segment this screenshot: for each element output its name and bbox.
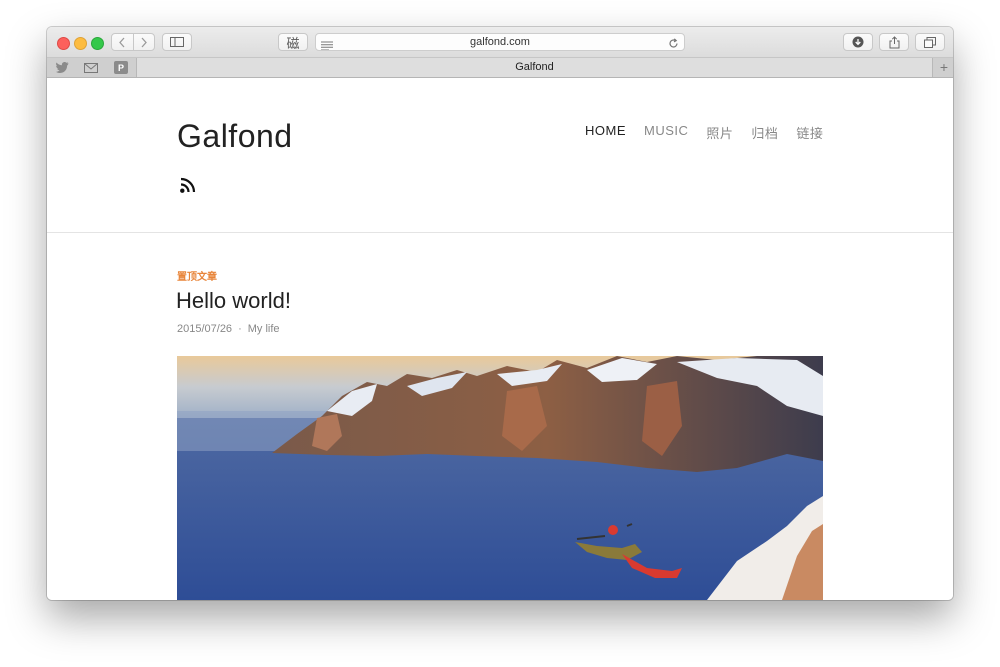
- share-button[interactable]: [879, 33, 909, 51]
- address-bar[interactable]: galfond.com: [315, 33, 685, 51]
- close-window-button[interactable]: [57, 37, 70, 50]
- post-category[interactable]: My life: [248, 323, 280, 335]
- tab-galfond[interactable]: Galfond: [136, 58, 933, 77]
- post-featured-image[interactable]: [177, 356, 823, 600]
- translate-extension-button[interactable]: 磁: [278, 33, 308, 52]
- meta-separator: ·: [238, 323, 242, 335]
- downloads-button[interactable]: [843, 33, 873, 51]
- post-meta: 2015/07/26 · My life: [177, 323, 280, 335]
- header-divider: [47, 232, 953, 233]
- web-page: Galfond HOME MUSIC 照片 归档 链接 置顶文章 Hello w…: [47, 78, 953, 600]
- site-title[interactable]: Galfond: [177, 118, 293, 155]
- post-date: 2015/07/26: [177, 323, 233, 335]
- zoom-window-button[interactable]: [91, 37, 104, 50]
- nav-links[interactable]: 链接: [796, 123, 823, 142]
- sidebar-toggle-button[interactable]: [162, 33, 192, 51]
- nav-home[interactable]: HOME: [585, 123, 626, 142]
- nav-music[interactable]: MUSIC: [644, 123, 688, 142]
- main-nav: HOME MUSIC 照片 归档 链接: [585, 123, 823, 142]
- sidebar-icon: [170, 37, 184, 47]
- history-nav-buttons: [111, 33, 155, 51]
- tabs-overview-icon: [924, 36, 936, 48]
- show-tabs-button[interactable]: [915, 33, 945, 51]
- chevron-left-icon: [119, 37, 125, 47]
- post-title[interactable]: Hello world!: [176, 288, 291, 314]
- address-url: galfond.com: [470, 36, 530, 48]
- chevron-right-icon: [141, 37, 147, 47]
- minimize-window-button[interactable]: [74, 37, 87, 50]
- tab-title: Galfond: [515, 61, 554, 73]
- back-button[interactable]: [112, 34, 133, 50]
- rss-icon[interactable]: [180, 177, 196, 198]
- new-tab-button[interactable]: +: [935, 58, 953, 77]
- browser-window: 磁 galfond.com P Galfond + Galfond HOME M…: [47, 27, 953, 600]
- nav-archive[interactable]: 归档: [751, 123, 778, 142]
- reload-icon[interactable]: [668, 36, 679, 54]
- favorites-tab-bar: P Galfond +: [47, 58, 953, 78]
- mail-icon[interactable]: [84, 61, 98, 74]
- download-icon: [852, 36, 864, 48]
- pinned-post-label: 置顶文章: [177, 272, 217, 283]
- browser-toolbar: 磁 galfond.com: [47, 27, 953, 58]
- nav-photos[interactable]: 照片: [706, 123, 733, 142]
- share-icon: [889, 35, 899, 48]
- p-bookmark-icon[interactable]: P: [114, 61, 128, 74]
- forward-button[interactable]: [132, 34, 155, 50]
- twitter-icon[interactable]: [55, 61, 69, 74]
